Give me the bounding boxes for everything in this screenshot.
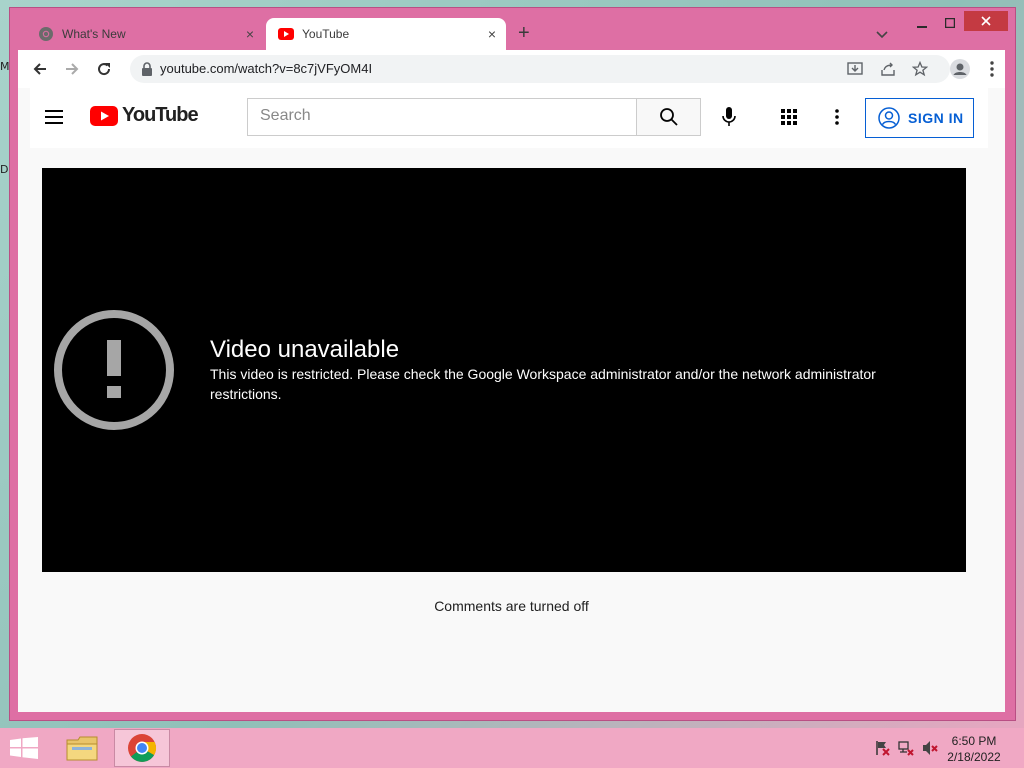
page-content: YouTube SIGN xyxy=(18,88,1005,712)
minimize-icon xyxy=(917,26,927,28)
maximize-icon xyxy=(945,18,955,28)
clock-time: 6:50 PM xyxy=(951,734,997,748)
new-tab-button[interactable]: + xyxy=(518,23,530,43)
close-button[interactable] xyxy=(964,11,1008,31)
maximize-button[interactable] xyxy=(936,12,964,34)
profile-button[interactable] xyxy=(950,59,970,79)
install-icon[interactable] xyxy=(847,61,863,77)
apps-button[interactable] xyxy=(777,105,801,129)
windows-logo-icon xyxy=(10,737,38,759)
menu-icon[interactable] xyxy=(45,110,63,124)
share-icon[interactable] xyxy=(880,61,896,77)
lock-icon xyxy=(142,62,152,76)
tab-search-button[interactable] xyxy=(876,26,888,42)
tab-close-icon[interactable]: × xyxy=(246,26,254,42)
tab-title: YouTube xyxy=(302,27,350,41)
chrome-icon xyxy=(128,734,156,762)
minimize-button[interactable] xyxy=(908,12,936,34)
search-button[interactable] xyxy=(637,98,701,136)
search-icon xyxy=(659,108,678,126)
youtube-logo[interactable]: YouTube xyxy=(90,104,199,127)
search-box[interactable] xyxy=(247,98,637,136)
youtube-play-icon xyxy=(90,105,118,126)
forward-button[interactable] xyxy=(62,59,82,79)
account-icon xyxy=(878,107,900,129)
file-explorer-taskbar-button[interactable] xyxy=(54,729,110,767)
apps-grid-icon xyxy=(781,109,797,125)
tab-close-icon[interactable]: × xyxy=(488,26,496,42)
error-title: Video unavailable xyxy=(210,336,400,363)
browser-window: What's New × YouTube × + youtube.com/wat… xyxy=(10,8,1015,720)
star-icon[interactable] xyxy=(912,61,928,77)
forward-arrow-icon xyxy=(66,63,79,75)
vertical-dots-icon xyxy=(990,61,994,77)
settings-menu-button[interactable] xyxy=(825,105,849,129)
browser-toolbar: youtube.com/watch?v=8c7jVFyOM4I xyxy=(18,50,1005,88)
chevron-down-icon xyxy=(876,31,888,39)
back-button[interactable] xyxy=(30,59,50,79)
voice-search-button[interactable] xyxy=(713,101,745,133)
sign-in-label: SIGN IN xyxy=(908,110,964,126)
tab-youtube[interactable]: YouTube × xyxy=(266,18,506,50)
volume-muted-icon[interactable] xyxy=(922,740,938,756)
video-player[interactable]: Video unavailable This video is restrict… xyxy=(42,168,966,572)
error-message: This video is restricted. Please check t… xyxy=(210,366,876,402)
back-arrow-icon xyxy=(33,63,46,75)
desktop-icon-label[interactable]: M xyxy=(0,60,10,73)
close-icon xyxy=(981,16,991,26)
taskbar: 6:50 PM 2/18/2022 xyxy=(0,728,1024,768)
taskbar-clock[interactable]: 6:50 PM 2/18/2022 xyxy=(940,733,1008,765)
microphone-icon xyxy=(722,107,736,126)
youtube-wordmark: YouTube xyxy=(122,104,199,126)
folder-icon xyxy=(66,736,98,761)
tab-title: What's New xyxy=(62,27,126,41)
clock-date: 2/18/2022 xyxy=(947,750,1001,764)
reload-button[interactable] xyxy=(94,59,114,79)
error-exclamation-icon xyxy=(54,310,174,430)
action-center-flag-icon[interactable] xyxy=(874,740,890,756)
network-icon[interactable] xyxy=(898,740,914,756)
address-bar[interactable]: youtube.com/watch?v=8c7jVFyOM4I xyxy=(130,55,950,83)
tab-whats-new[interactable]: What's New × xyxy=(28,18,264,50)
chrome-taskbar-button[interactable] xyxy=(114,729,170,767)
url-text[interactable]: youtube.com/watch?v=8c7jVFyOM4I xyxy=(160,61,372,76)
desktop-icon-label[interactable]: D xyxy=(0,163,8,176)
comments-status: Comments are turned off xyxy=(434,598,589,614)
reload-icon xyxy=(98,63,111,76)
search-input[interactable] xyxy=(248,99,632,133)
sign-in-button[interactable]: SIGN IN xyxy=(865,98,974,138)
chrome-icon xyxy=(39,27,53,41)
start-button[interactable] xyxy=(10,737,38,764)
browser-menu-button[interactable] xyxy=(982,59,1002,79)
youtube-icon xyxy=(278,28,294,40)
vertical-dots-icon xyxy=(835,109,839,125)
youtube-header: YouTube SIGN xyxy=(30,88,988,148)
profile-icon xyxy=(950,59,970,79)
